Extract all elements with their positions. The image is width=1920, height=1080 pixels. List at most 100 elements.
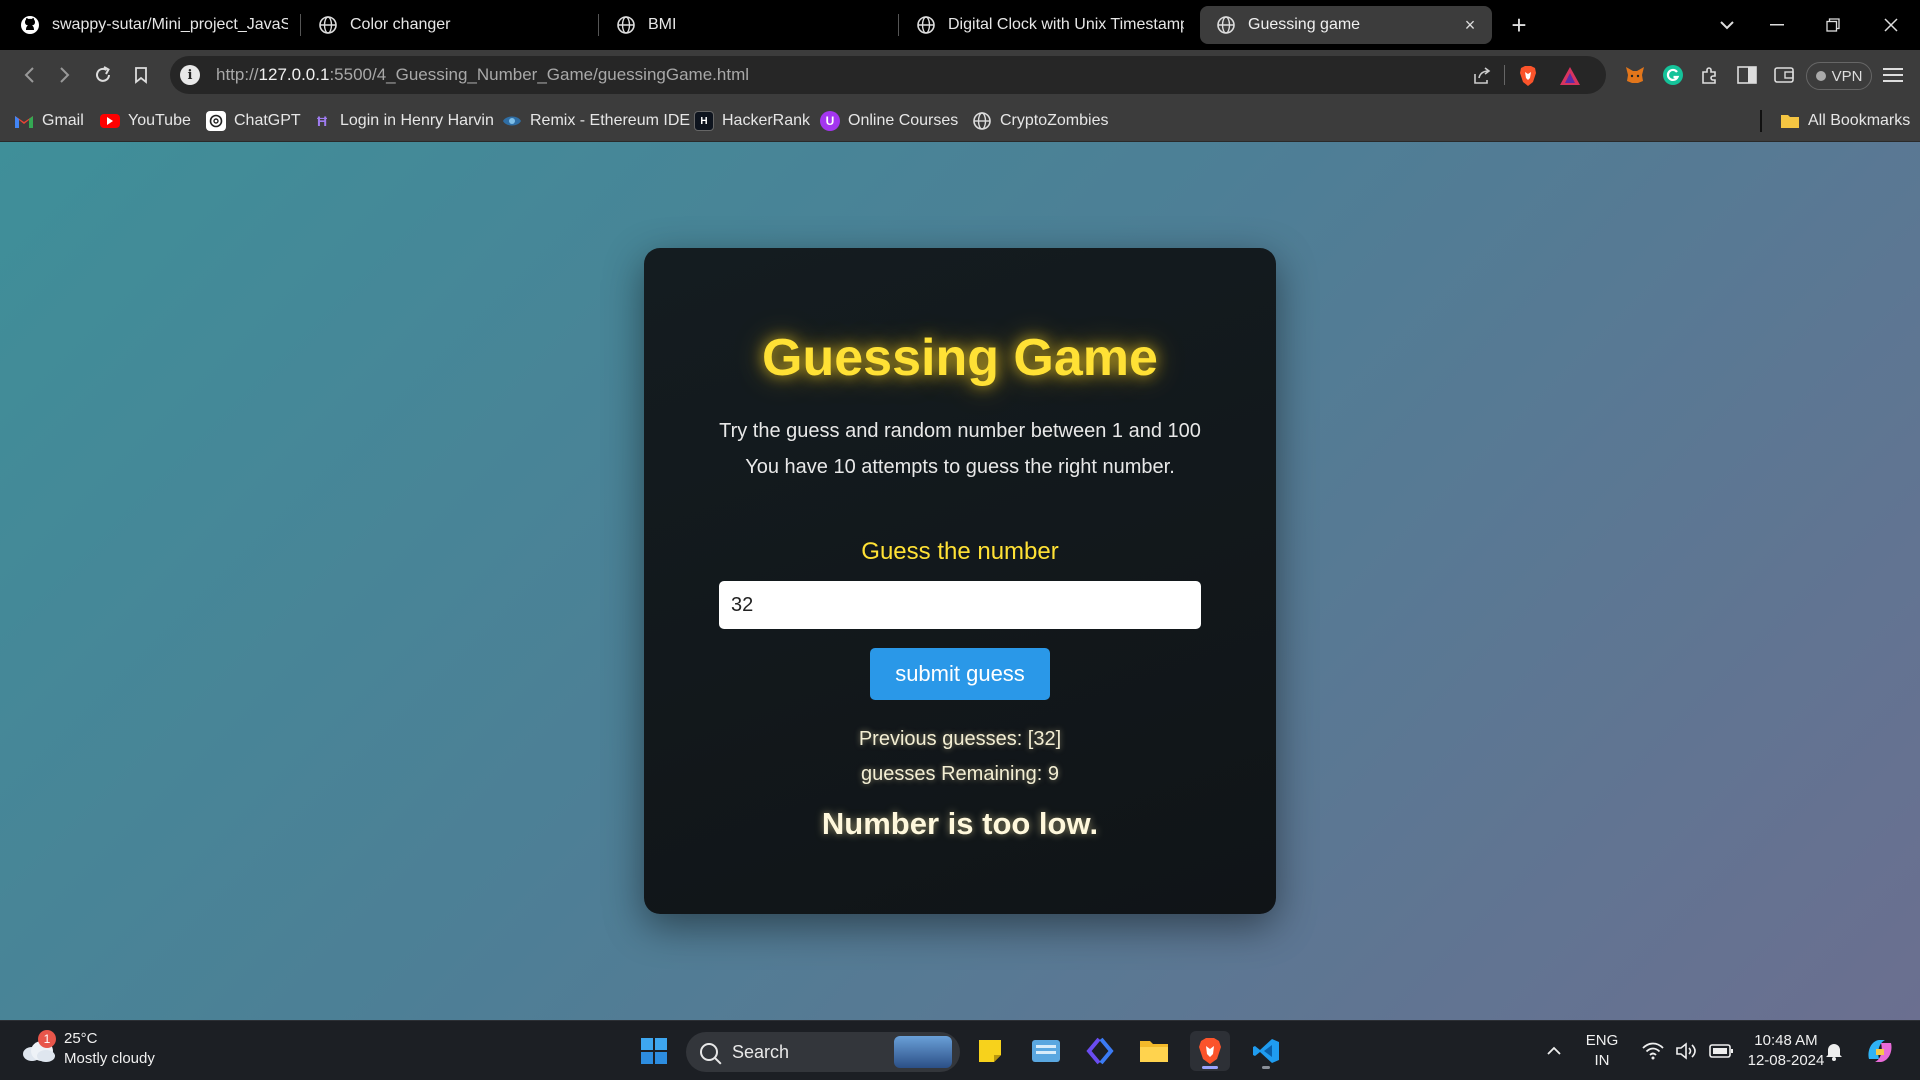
tab-color-changer[interactable]: Color changer	[302, 6, 596, 44]
file-explorer-icon[interactable]	[1134, 1031, 1174, 1071]
vpn-status-icon	[1815, 71, 1826, 81]
keyboard-app-icon[interactable]	[1026, 1031, 1066, 1071]
github-icon	[20, 15, 40, 35]
bookmark-label: Remix - Ethereum IDE	[530, 112, 691, 129]
bookmark-chatgpt[interactable]: ChatGPT	[206, 108, 301, 134]
close-tab-icon[interactable]: ×	[1460, 15, 1480, 35]
tab-separator	[898, 14, 899, 36]
url-path: :5500/4_Guessing_Number_Game/guessingGam…	[329, 65, 750, 84]
restore-icon[interactable]	[1818, 10, 1848, 40]
windows-start-icon[interactable]	[634, 1031, 674, 1071]
taskbar-search[interactable]: Search	[686, 1032, 960, 1072]
grammarly-icon[interactable]	[1660, 62, 1686, 88]
chatgpt-icon	[206, 111, 226, 131]
tab-bmi[interactable]: BMI	[600, 6, 896, 44]
bookmark-label: ChatGPT	[234, 112, 301, 129]
wallet-icon[interactable]	[1771, 62, 1797, 88]
reload-icon[interactable]	[88, 60, 118, 90]
globe-icon	[1216, 15, 1236, 35]
weather-desc: Mostly cloudy	[64, 1050, 155, 1067]
brave-browser-icon[interactable]	[1190, 1031, 1230, 1071]
bookmarks-bar: Gmail YouTube ChatGPT Ħ Login in Henry H…	[0, 100, 1920, 142]
volume-icon	[1676, 1042, 1696, 1060]
notification-bell-icon[interactable]	[1816, 1031, 1852, 1071]
tab-github[interactable]: swappy-sutar/Mini_project_JavaScri	[4, 6, 300, 44]
udemy-icon: U	[820, 111, 840, 131]
bookmark-gmail[interactable]: Gmail	[14, 108, 84, 134]
weather-temp: 25°C	[64, 1030, 98, 1047]
tab-search-chevron-icon[interactable]	[1712, 10, 1742, 40]
back-icon[interactable]	[14, 60, 44, 90]
previous-guesses: Previous guesses: [32]	[858, 728, 1062, 750]
language-indicator[interactable]: ENG IN	[1582, 1031, 1622, 1071]
brave-rewards-icon[interactable]	[1558, 64, 1582, 88]
quick-settings[interactable]	[1628, 1031, 1748, 1071]
guess-input[interactable]	[719, 581, 1201, 629]
tab-digital-clock[interactable]: Digital Clock with Unix Timestamp	[900, 6, 1196, 44]
tray-chevron-up-icon[interactable]	[1534, 1031, 1574, 1071]
code-app-icon[interactable]	[1080, 1031, 1120, 1071]
all-bookmarks-button[interactable]: All Bookmarks	[1780, 108, 1910, 134]
bookmark-remix[interactable]: Remix - Ethereum IDE	[502, 108, 690, 134]
vpn-label: VPN	[1831, 67, 1863, 85]
forward-icon[interactable]	[50, 60, 80, 90]
bookmark-youtube[interactable]: YouTube	[100, 108, 191, 134]
tab-separator	[300, 14, 301, 36]
sticky-notes-icon[interactable]	[970, 1031, 1010, 1071]
url-host: 127.0.0.1	[258, 65, 330, 84]
bookmark-cryptozombies[interactable]: CryptoZombies	[972, 108, 1108, 134]
globe-icon	[972, 111, 992, 131]
cloud-icon: 1	[20, 1030, 56, 1064]
extensions-puzzle-icon[interactable]	[1697, 62, 1723, 88]
bookmark-hackerrank[interactable]: H HackerRank	[694, 108, 810, 134]
new-tab-button[interactable]: +	[1504, 10, 1534, 40]
result-message: Number is too low.	[821, 806, 1099, 841]
url-scheme: http://	[216, 65, 259, 84]
bookmark-label: CryptoZombies	[1000, 112, 1109, 129]
search-icon	[700, 1043, 718, 1061]
site-info-icon[interactable]: i	[180, 65, 200, 85]
bookmark-online-courses[interactable]: U Online Courses	[820, 108, 958, 134]
share-icon[interactable]	[1470, 64, 1494, 88]
page-viewport: Guessing Game Try the guess and random n…	[0, 142, 1920, 1020]
close-window-icon[interactable]	[1876, 10, 1906, 40]
address-url[interactable]: http://127.0.0.1:5500/4_Guessing_Number_…	[216, 65, 749, 85]
page-title: Guessing Game	[762, 329, 1158, 387]
tab-guessing-game[interactable]: Guessing game ×	[1200, 6, 1492, 44]
bookmark-label: Login in Henry Harvin	[340, 112, 494, 129]
hackerrank-icon: H	[694, 111, 714, 131]
tab-title: Color changer	[350, 16, 451, 33]
description-range: Try the guess and random number between …	[719, 420, 1201, 442]
vpn-button[interactable]: VPN	[1806, 62, 1872, 90]
running-indicator	[1262, 1066, 1270, 1069]
vscode-icon[interactable]	[1246, 1031, 1286, 1071]
weather-widget[interactable]: 1 25°C Mostly cloudy	[20, 1029, 155, 1069]
copilot-icon[interactable]	[1860, 1031, 1900, 1071]
tab-title: Guessing game	[1248, 16, 1361, 33]
folder-icon	[1780, 111, 1800, 131]
sidebar-toggle-icon[interactable]	[1734, 62, 1760, 88]
globe-icon	[616, 15, 636, 35]
search-highlight-image	[894, 1036, 952, 1068]
menu-hamburger-icon[interactable]	[1880, 62, 1906, 88]
wifi-icon	[1642, 1042, 1664, 1060]
weather-badge: 1	[38, 1030, 56, 1048]
bookmark-icon[interactable]	[126, 60, 156, 90]
guesses-remaining: guesses Remaining: 9	[861, 763, 1059, 785]
address-bar[interactable]: i http://127.0.0.1:5500/4_Guessing_Numbe…	[170, 56, 1606, 94]
youtube-icon	[100, 114, 120, 128]
brave-shields-icon[interactable]	[1516, 64, 1540, 88]
taskbar: 1 25°C Mostly cloudy Search ENG IN 10:48…	[0, 1020, 1920, 1080]
submit-guess-button[interactable]: submit guess	[870, 648, 1050, 700]
battery-icon	[1709, 1044, 1733, 1058]
bookmark-label: All Bookmarks	[1808, 112, 1911, 129]
bookmark-label: HackerRank	[722, 112, 811, 129]
metamask-icon[interactable]	[1622, 62, 1648, 88]
bookmark-henry-harvin[interactable]: Ħ Login in Henry Harvin	[312, 108, 494, 134]
language-line1: ENG	[1585, 1032, 1619, 1049]
bookmark-label: Online Courses	[848, 112, 959, 129]
bookmarks-divider	[1760, 110, 1762, 132]
minimize-icon[interactable]	[1762, 10, 1792, 40]
remix-icon	[502, 111, 522, 131]
active-indicator	[1202, 1066, 1218, 1069]
